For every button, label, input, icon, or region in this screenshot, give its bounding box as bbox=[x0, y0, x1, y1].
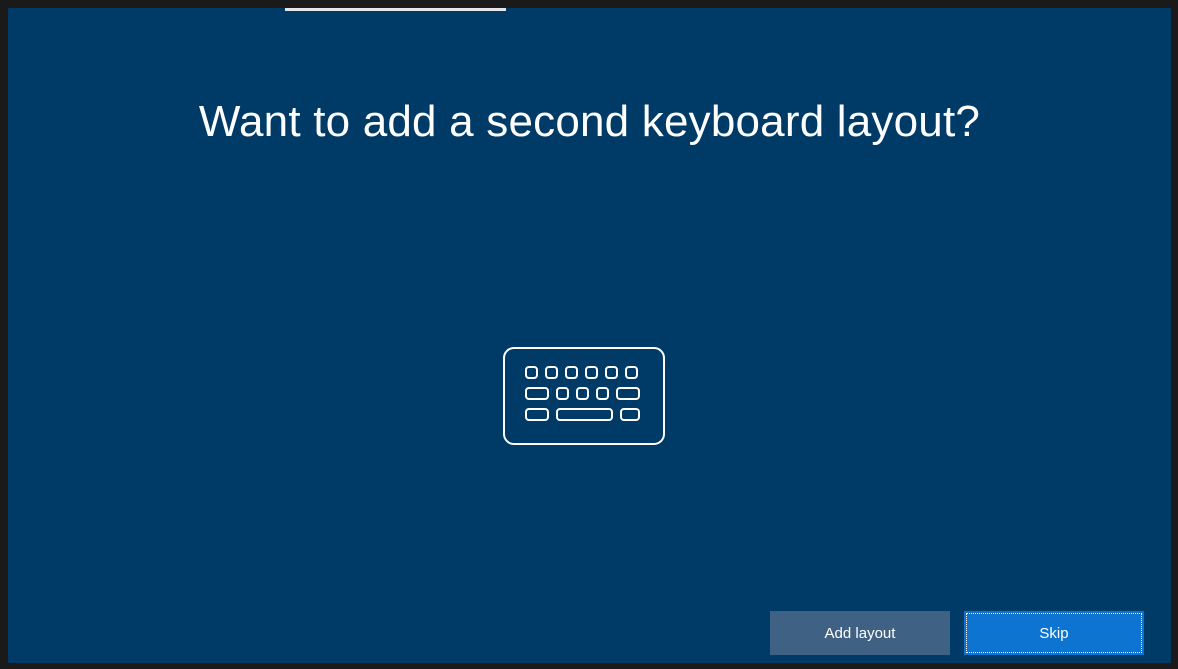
progress-bar bbox=[8, 8, 1171, 11]
oobe-screen: Want to add a second keyboard layout? Ad… bbox=[8, 8, 1171, 663]
progress-bar-fill bbox=[285, 8, 506, 11]
keyboard-icon bbox=[503, 347, 665, 445]
skip-button[interactable]: Skip bbox=[964, 611, 1144, 655]
add-layout-button[interactable]: Add layout bbox=[770, 611, 950, 655]
oobe-window-frame: Want to add a second keyboard layout? Ad… bbox=[0, 0, 1178, 669]
page-title: Want to add a second keyboard layout? bbox=[198, 97, 981, 146]
